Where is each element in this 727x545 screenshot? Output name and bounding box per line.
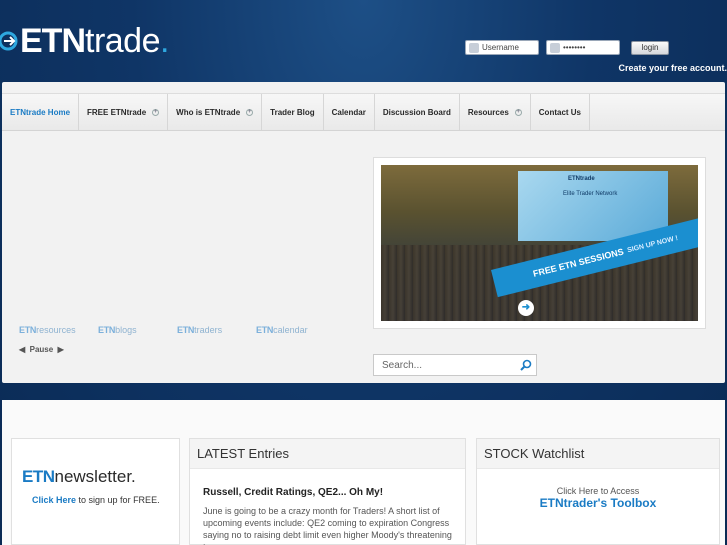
shortcut-suffix: calendar [273,325,308,335]
nav-item-contact-us[interactable]: Contact Us [531,94,591,130]
lock-icon [550,42,560,53]
login-form: Username •••••••• login [465,40,669,55]
main-nav: ETNtrade Home FREE ETNtrade + Who is ETNt… [2,93,725,131]
username-placeholder: Username [482,43,519,52]
shortcut-resources[interactable]: ETNresources [19,325,98,335]
shortcut-calendar[interactable]: ETNcalendar [256,325,335,335]
newsletter-brand: ETN [22,467,55,486]
nav-label: Discussion Board [382,107,451,117]
nav-label: FREE ETNtrade [87,107,147,117]
shortcut-brand: ETN [19,325,37,335]
watchlist-heading: STOCK Watchlist [477,439,719,469]
shortcut-suffix: resources [36,325,76,335]
watchlist-text[interactable]: Click Here to Access [477,486,719,496]
nav-label: Who is ETNtrade [176,107,241,117]
nav-item-who-is-etntrade[interactable]: Who is ETNtrade + [168,94,263,130]
banner-image: ETNtrade Elite Trader Network FREE ETN S… [381,165,698,321]
shortcut-brand: ETN [98,325,116,335]
next-arrow-icon[interactable]: ▶ [58,345,64,354]
arrow-circle-icon: ➜ [518,300,534,316]
newsletter-logo: ETNnewsletter. [22,467,136,487]
site-logo[interactable]: ETN trade . [0,22,169,60]
newsletter-signup-link[interactable]: Click Here [32,495,76,505]
login-button[interactable]: login [631,40,669,55]
shortcut-links: ETNresources ETNblogs ETNtraders ETNcale… [19,325,335,335]
nav-label: Trader Blog [270,107,315,117]
logo-trade: trade [85,22,161,60]
password-mask: •••••••• [563,43,586,52]
plus-icon: + [246,108,254,116]
entry-title-link[interactable]: Russell, Credit Ratings, QE2... Oh My! [203,487,383,498]
nav-label: Resources [467,107,509,117]
slider-controls: ◀ Pause ▶ [19,345,64,354]
latest-entries-box: LATEST Entries Russell, Credit Ratings, … [189,438,466,545]
newsletter-text: Click Here to sign up for FREE. [32,495,160,505]
shortcut-brand: ETN [256,325,274,335]
search-icon[interactable] [520,359,532,371]
prev-arrow-icon[interactable]: ◀ [19,345,25,354]
nav-label: ETNtrade Home [10,107,71,117]
nav-item-trader-blog[interactable]: Trader Blog [262,94,324,130]
pause-button[interactable]: Pause [30,345,54,354]
logo-arrow-icon [0,31,18,51]
shortcut-blogs[interactable]: ETNblogs [98,325,177,335]
banner-screen-sub: Elite Trader Network [563,191,618,197]
banner-brand: ETNtrade [568,176,595,182]
password-field[interactable]: •••••••• [546,40,620,55]
nav-item-calendar[interactable]: Calendar [324,94,375,130]
latest-heading: LATEST Entries [190,439,465,469]
search-placeholder: Search... [382,359,423,371]
nav-item-discussion-board[interactable]: Discussion Board [375,94,460,130]
stock-watchlist-box: STOCK Watchlist Click Here to Access ETN… [476,438,720,545]
shortcut-brand: ETN [177,325,195,335]
nav-item-resources[interactable]: Resources + [460,94,531,130]
logo-dot: . [160,22,170,60]
shortcut-suffix: blogs [115,325,137,335]
banner-cta-sub: SIGN UP NOW ! [626,234,679,254]
plus-icon: + [152,108,160,116]
newsletter-text-rest: to sign up for FREE. [76,495,160,505]
nav-item-home[interactable]: ETNtrade Home [2,94,80,130]
nav-label: Calendar [331,107,366,117]
toolbox-link[interactable]: ETNtrader's Toolbox [477,496,719,510]
promo-banner[interactable]: ETNtrade Elite Trader Network FREE ETN S… [373,157,706,329]
shortcut-suffix: traders [194,325,223,335]
newsletter-title: newsletter. [54,467,136,486]
nav-item-free-etntrade[interactable]: FREE ETNtrade + [79,94,169,130]
search-input[interactable]: Search... [373,354,537,376]
logo-etn: ETN [20,22,86,60]
plus-icon: + [514,108,522,116]
shortcut-traders[interactable]: ETNtraders [177,325,256,335]
username-field[interactable]: Username [465,40,539,55]
user-icon [469,42,479,53]
entry-excerpt: June is going to be a crazy month for Tr… [203,506,452,545]
newsletter-box: ETNnewsletter. Click Here to sign up for… [11,438,180,545]
create-account-link[interactable]: Create your free account. [618,63,727,73]
nav-label: Contact Us [538,107,582,117]
